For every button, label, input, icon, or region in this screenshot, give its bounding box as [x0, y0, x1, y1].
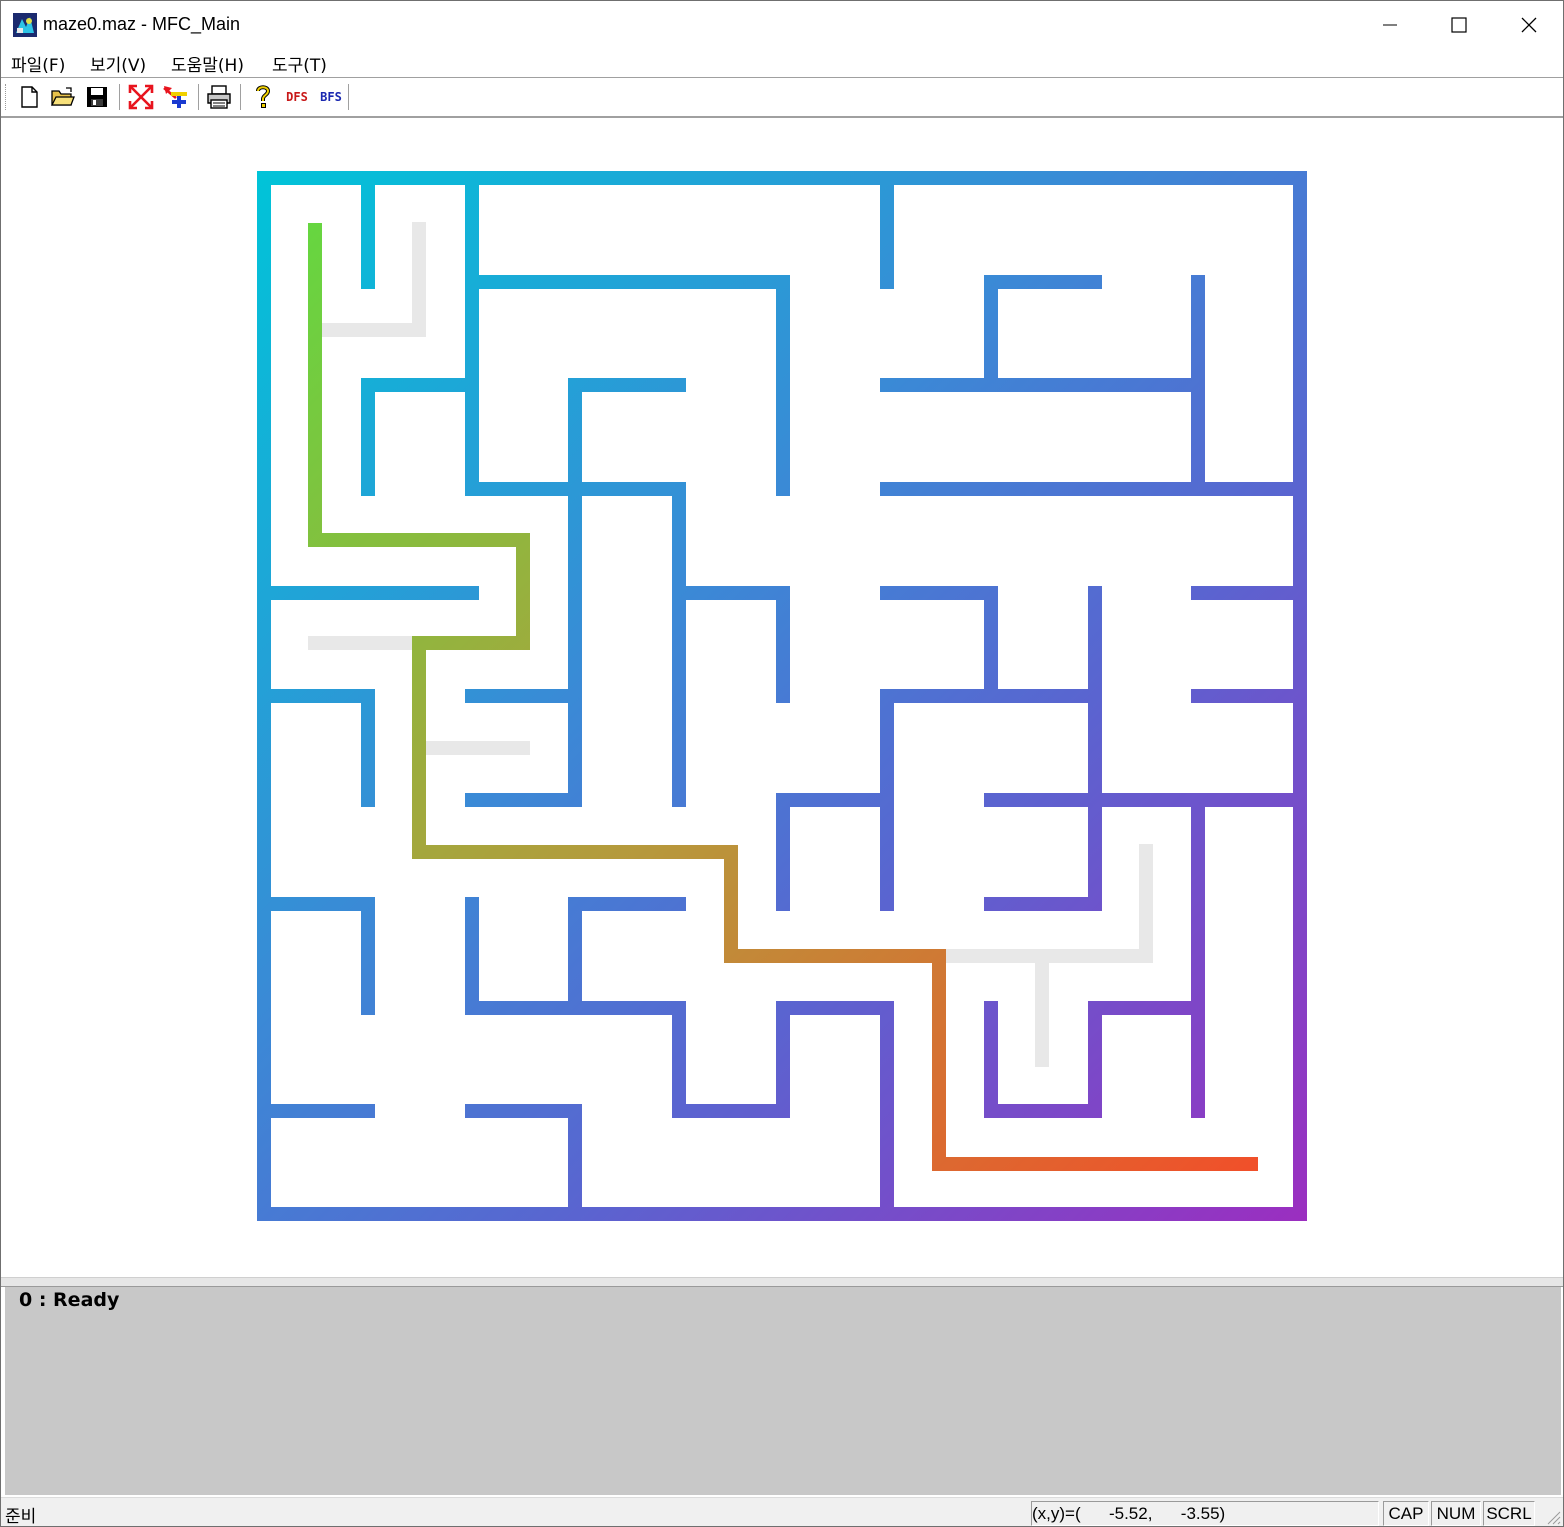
- maze-wall: [257, 689, 375, 807]
- title-bar: maze0.maz - MFC_Main: [1, 1, 1563, 49]
- maze-wall: [984, 275, 1102, 392]
- status-coordinates: (x,y)=( -5.52, -3.55): [1031, 1501, 1379, 1526]
- print-icon: [207, 85, 231, 109]
- main-window: maze0.maz - MFC_Main 파일(F) 보기(V) 도움말(H) …: [0, 0, 1564, 1527]
- minimize-button[interactable]: [1355, 1, 1425, 49]
- bfs-button[interactable]: BFS: [316, 82, 346, 112]
- maze-canvas[interactable]: [5, 119, 1561, 1275]
- add-button[interactable]: [160, 82, 190, 112]
- toolbar-divider: [240, 84, 244, 110]
- dfs-button[interactable]: DFS: [282, 82, 312, 112]
- maze-wall: [568, 897, 686, 1015]
- save-disk-icon: [87, 87, 107, 107]
- menu-bar: 파일(F) 보기(V) 도움말(H) 도구(T): [1, 49, 1563, 77]
- status-scrl: SCRL: [1483, 1501, 1535, 1526]
- help-button[interactable]: [248, 82, 278, 112]
- shrink-button[interactable]: [126, 82, 156, 112]
- maze-wall: [984, 1001, 1205, 1118]
- window-title: maze0.maz - MFC_Main: [43, 14, 241, 34]
- minimize-icon: [1383, 24, 1397, 26]
- menu-file[interactable]: 파일(F): [11, 51, 65, 76]
- open-file-button[interactable]: [48, 82, 78, 112]
- open-folder-icon: [51, 87, 75, 106]
- save-file-button[interactable]: [82, 82, 112, 112]
- resize-grip-icon[interactable]: [1543, 1507, 1561, 1525]
- toolbar-divider: [348, 84, 352, 110]
- menu-view[interactable]: 보기(V): [90, 51, 146, 76]
- output-pane: 0 : Ready: [5, 1287, 1561, 1495]
- maze-wall: [257, 897, 375, 1015]
- maximize-button[interactable]: [1424, 1, 1494, 49]
- toolbar-divider: [198, 84, 202, 110]
- shrink-arrows-icon: [128, 84, 154, 110]
- print-button[interactable]: [204, 82, 234, 112]
- output-line: 0 : Ready: [19, 1289, 120, 1311]
- menu-tools[interactable]: 도구(T): [272, 51, 327, 76]
- status-cap: CAP: [1383, 1501, 1429, 1526]
- maze-wall: [361, 378, 479, 496]
- pane-splitter[interactable]: [1, 1277, 1563, 1287]
- status-text: 준비: [5, 1507, 37, 1527]
- maze-wall: [568, 378, 686, 807]
- toolbar: DFS BFS: [1, 78, 1563, 118]
- close-icon: [1521, 17, 1537, 33]
- maze-wall: [880, 586, 998, 703]
- toolbar-divider: [119, 84, 123, 110]
- app-icon: [13, 13, 37, 37]
- maze-view[interactable]: [5, 119, 1561, 1275]
- maze-wall: [465, 1104, 582, 1221]
- help-question-icon: [256, 85, 271, 108]
- close-button[interactable]: [1494, 1, 1563, 49]
- maximize-icon: [1451, 17, 1467, 33]
- dfs-label: DFS: [286, 90, 308, 104]
- menu-help[interactable]: 도움말(H): [171, 51, 244, 76]
- toolbar-grip[interactable]: [5, 84, 9, 110]
- status-bar: 준비 (x,y)=( -5.52, -3.55) CAP NUM SCRL: [1, 1497, 1563, 1527]
- maze-wall: [776, 793, 894, 911]
- new-file-icon: [21, 86, 38, 108]
- add-cross-icon: [163, 86, 187, 108]
- bfs-label: BFS: [320, 90, 342, 104]
- new-file-button[interactable]: [14, 82, 44, 112]
- maze-wall: [672, 586, 790, 703]
- status-num: NUM: [1431, 1501, 1481, 1526]
